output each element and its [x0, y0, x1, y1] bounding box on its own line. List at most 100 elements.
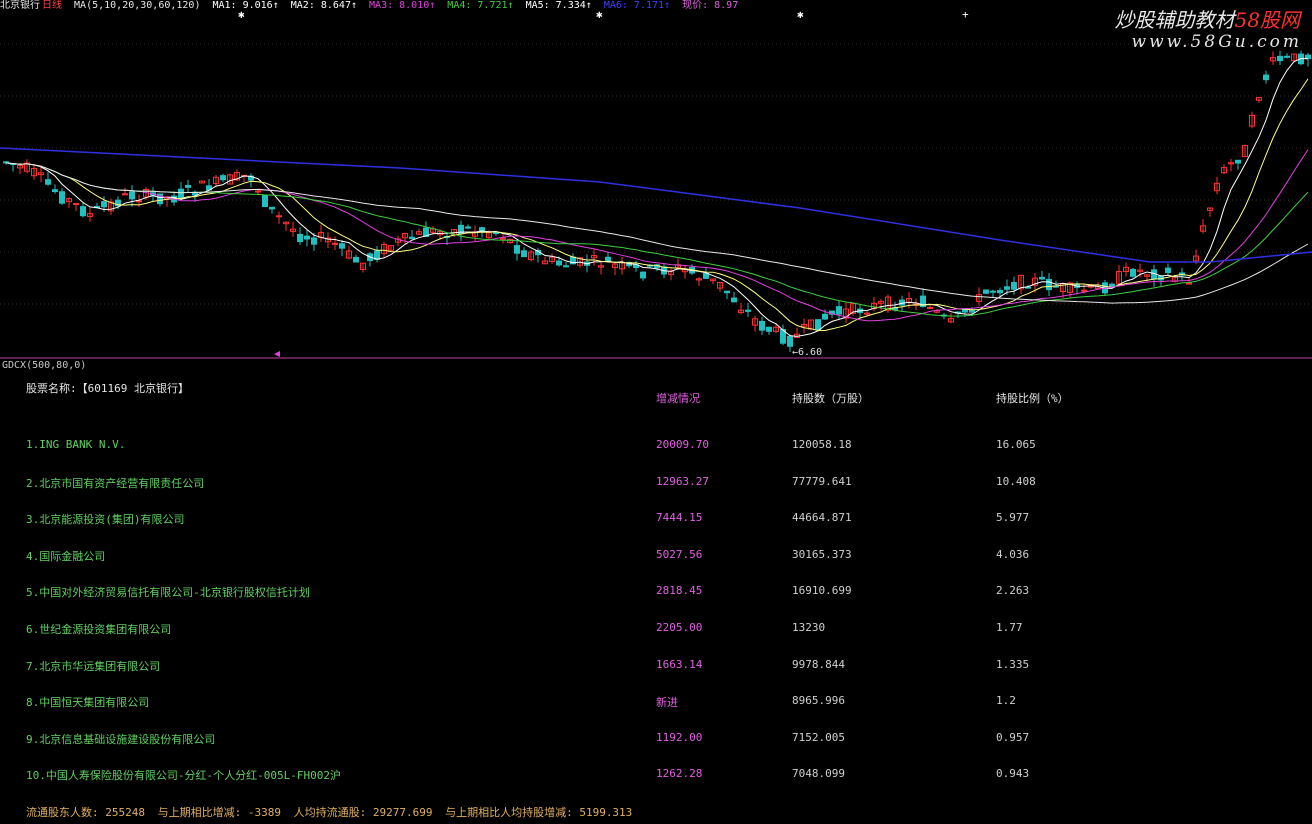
- holders-count: 流通股东人数: 255248: [26, 806, 145, 819]
- event-star-icon[interactable]: ✱: [797, 8, 804, 21]
- candle-body: [409, 236, 415, 240]
- holder-name: 1.ING BANK N.V.: [26, 438, 126, 451]
- candle-body: [703, 272, 709, 279]
- ma2-value: MA2: 8.647↑: [290, 0, 357, 11]
- holder-shares: 30165.373: [792, 548, 852, 561]
- candle-body: [1011, 282, 1017, 290]
- watermark-logo: 炒股辅助教材58股网: [1114, 8, 1300, 32]
- holder-change: 12963.27: [656, 475, 709, 488]
- watermark-url: www.58Gu.com: [1131, 32, 1302, 52]
- candle-body: [822, 313, 828, 320]
- candle-body: [962, 308, 968, 313]
- holder-change: 1663.14: [656, 658, 703, 671]
- stock-name-label: 股票名称:【601169 北京银行】: [26, 382, 189, 395]
- candle-body: [990, 290, 996, 293]
- scroll-left-icon: [274, 351, 280, 357]
- candle-body: [1004, 286, 1010, 290]
- shareholder-table: 股票名称:【601169 北京银行】 增减情况 持股数（万股） 持股比例（%） …: [0, 372, 1312, 824]
- holder-ratio: 2.263: [996, 584, 1030, 597]
- ma2-line: [5, 78, 1309, 331]
- holder-ratio: 4.036: [996, 548, 1030, 561]
- candle-body: [1046, 278, 1052, 291]
- holder-shares: 7152.005: [792, 731, 845, 744]
- candle-body: [101, 201, 107, 208]
- holder-shares: 8965.996: [792, 694, 845, 707]
- candle-body: [766, 326, 772, 332]
- holder-name: 9.北京信息基础设施建设股份有限公司: [26, 733, 216, 746]
- holder-ratio: 1.77: [996, 621, 1023, 634]
- holder-shares: 7048.099: [792, 767, 845, 780]
- candle-body: [1081, 289, 1087, 292]
- holder-change: 1192.00: [656, 731, 703, 744]
- holder-ratio: 1.335: [996, 658, 1030, 671]
- candle-body: [787, 335, 793, 347]
- holder-shares: 9978.844: [792, 658, 845, 671]
- current-price: 现价: 8.97: [682, 0, 739, 11]
- price-chart[interactable]: ←6.60 北京银行 日线 MA(5,10,20,30,60,120) MA1: …: [0, 0, 1312, 360]
- candle-body: [129, 191, 135, 200]
- candle-body: [220, 175, 226, 181]
- candle-body: [927, 307, 933, 310]
- candle-body: [1263, 74, 1269, 81]
- candle-body: [1186, 282, 1192, 285]
- candle-body: [311, 237, 317, 245]
- candlestick-chart-svg[interactable]: ←6.60: [0, 0, 1312, 360]
- candle-body: [297, 233, 303, 243]
- header-ratio: 持股比例（%）: [996, 392, 1069, 405]
- period-label[interactable]: 日线: [42, 0, 62, 11]
- holder-ratio: 10.408: [996, 475, 1036, 488]
- candle-body: [836, 306, 842, 315]
- holder-ratio: 0.943: [996, 767, 1030, 780]
- header-change: 增减情况: [656, 392, 700, 405]
- indicator-label: GDCX(500,80,0): [2, 360, 87, 371]
- candle-body: [731, 297, 737, 303]
- candle-body: [563, 265, 569, 268]
- candle-body: [374, 250, 380, 260]
- ma4-value: MA4: 7.721↑: [447, 0, 514, 11]
- holder-change: 20009.70: [656, 438, 709, 451]
- event-star-icon[interactable]: ✱: [596, 8, 603, 21]
- ma4-line: [5, 162, 1309, 317]
- candle-body: [493, 232, 499, 235]
- holder-shares: 16910.699: [792, 584, 852, 597]
- candle-body: [1284, 55, 1290, 58]
- holder-change: 5027.56: [656, 548, 703, 561]
- candle-body: [1130, 268, 1136, 277]
- holder-change: 7444.15: [656, 511, 703, 524]
- event-plus-icon[interactable]: +: [962, 8, 969, 21]
- holder-name: 10.中国人寿保险股份有限公司-分红-个人分红-005L-FH002沪: [26, 769, 341, 782]
- holder-name: 2.北京市国有资产经营有限责任公司: [26, 477, 205, 490]
- candle-body: [983, 289, 989, 294]
- candle-body: [1039, 276, 1045, 280]
- candle-body: [269, 206, 275, 210]
- candle-body: [332, 242, 338, 245]
- holder-change: 新进: [656, 696, 678, 709]
- holder-name: 6.世纪金源投资集团有限公司: [26, 623, 172, 636]
- candle-body: [178, 188, 184, 200]
- ma6-value: MA6: 7.171↑: [603, 0, 671, 11]
- candle-body: [514, 245, 520, 254]
- holder-ratio: 0.957: [996, 731, 1030, 744]
- candle-body: [1277, 55, 1283, 62]
- candle-body: [1165, 267, 1171, 274]
- holder-shares: 120058.18: [792, 438, 852, 451]
- candle-body: [1305, 54, 1311, 60]
- candle-body: [969, 310, 975, 313]
- avg-change: 与上期相比人均持股增减: 5199.313: [445, 806, 633, 819]
- holder-name: 5.中国对外经济贸易信托有限公司-北京银行股权信托计划: [26, 586, 310, 599]
- ma3-value: MA3: 8.010↑: [369, 0, 436, 11]
- candle-body: [73, 203, 79, 206]
- header-shares: 持股数（万股）: [792, 392, 869, 405]
- event-star-icon[interactable]: ✱: [238, 8, 245, 21]
- holder-shares: 77779.641: [792, 475, 852, 488]
- holder-name: 4.国际金融公司: [26, 550, 106, 563]
- candle-body: [521, 250, 527, 258]
- candle-body: [1235, 159, 1241, 164]
- candle-body: [304, 235, 310, 240]
- ma1-value: MA1: 9.016↑: [212, 0, 279, 11]
- holder-change: 1262.28: [656, 767, 703, 780]
- holder-change: 2205.00: [656, 621, 703, 634]
- ma3-line: [5, 149, 1309, 322]
- holder-ratio: 5.977: [996, 511, 1030, 524]
- holder-name: 3.北京能源投资(集团)有限公司: [26, 513, 185, 526]
